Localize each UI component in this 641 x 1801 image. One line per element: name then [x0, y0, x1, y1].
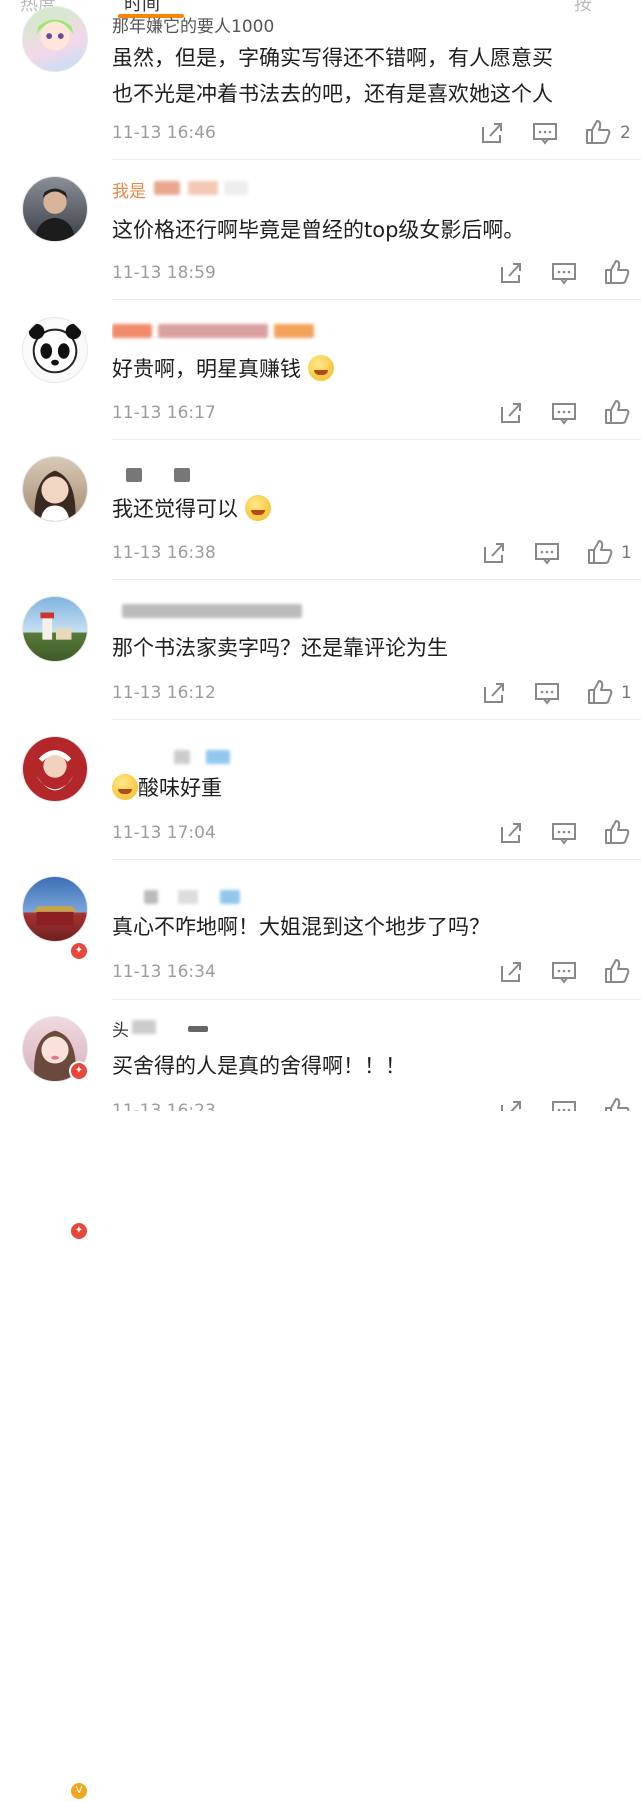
- username[interactable]: [112, 320, 332, 342]
- comment-text: 我还觉得可以: [112, 491, 627, 527]
- username[interactable]: 那年嫌它的要人1000: [112, 12, 372, 34]
- comment-icon[interactable]: [550, 1097, 578, 1111]
- comment-item: 好贵啊，明星真赚钱 11-13 16:17: [0, 300, 641, 440]
- like-icon[interactable]: [584, 118, 612, 146]
- comment-text: 那个书法家卖字吗？还是靠评论为生: [112, 636, 448, 660]
- comment-text: 酸味好重: [112, 770, 627, 806]
- comment-text: 真心不咋地啊！大姐混到这个地步了吗？: [112, 915, 490, 939]
- timestamp: 11-13 16:46: [112, 123, 216, 143]
- share-icon[interactable]: [480, 539, 508, 567]
- comment-item: 那年嫌它的要人1000 虽然，但是，字确实写得还不错啊，有人愿意买 也不光是冲着…: [0, 0, 641, 160]
- comment-item: 我是 这价格还行啊毕竟是曾经的top级女影后啊。 11-13 18:59: [0, 160, 641, 300]
- verified-badge: ✦: [69, 1221, 89, 1241]
- like-icon[interactable]: [603, 258, 631, 286]
- timestamp: 11-13 16:17: [112, 403, 216, 423]
- comment-item: V 真心不咋地啊！大姐混到这个地步了吗？ 11-13 16:34: [0, 860, 641, 1801]
- username[interactable]: [112, 464, 212, 486]
- username[interactable]: [112, 600, 332, 622]
- avatar[interactable]: [22, 317, 88, 383]
- like-count: 1: [621, 683, 632, 703]
- comment-icon[interactable]: [533, 679, 561, 707]
- comment-icon[interactable]: [550, 819, 578, 847]
- like-count: 2: [620, 123, 631, 143]
- comment-item: ✦ 那个书法家卖字吗？还是靠评论为生 11-13 16:12 1: [0, 580, 641, 1241]
- comment-text: 好贵啊，明星真赚钱: [112, 351, 627, 387]
- like-icon[interactable]: [603, 957, 631, 985]
- share-icon[interactable]: [497, 259, 525, 287]
- smile-emoji-icon: [307, 355, 334, 381]
- verified-badge: V: [69, 1781, 89, 1801]
- timestamp: 11-13 17:04: [112, 823, 216, 843]
- comment-icon[interactable]: [550, 958, 578, 986]
- like-icon[interactable]: [603, 818, 631, 846]
- share-icon[interactable]: [497, 1097, 525, 1111]
- avatar[interactable]: [22, 176, 88, 242]
- comment-text: 买舍得的人是真的舍得啊！！！: [112, 1054, 406, 1078]
- like-icon[interactable]: [586, 538, 614, 566]
- like-count: 1: [621, 543, 632, 563]
- avatar[interactable]: [22, 6, 88, 72]
- comment-icon[interactable]: [531, 119, 559, 147]
- timestamp: 11-13 16:12: [112, 683, 216, 703]
- avatar[interactable]: [22, 876, 88, 942]
- timestamp: 11-13 16:23: [112, 1101, 216, 1111]
- comment-icon[interactable]: [533, 539, 561, 567]
- share-icon[interactable]: [478, 119, 506, 147]
- like-icon[interactable]: [603, 398, 631, 426]
- share-icon[interactable]: [480, 679, 508, 707]
- like-icon[interactable]: [603, 1096, 631, 1111]
- laugh-cry-emoji-icon: [244, 495, 271, 521]
- comment-icon[interactable]: [550, 399, 578, 427]
- timestamp: 11-13 16:34: [112, 962, 216, 982]
- avatar[interactable]: [22, 456, 88, 522]
- comment-item: ✦ 我还觉得可以 11-13 16:38 1: [0, 440, 641, 961]
- comment-item: 酸味好重 11-13 17:04: [0, 720, 641, 860]
- username[interactable]: 我是: [112, 177, 272, 199]
- comment-text: 这价格还行啊毕竟是曾经的top级女影后啊。: [112, 218, 525, 242]
- laugh-cry-emoji-icon: [112, 774, 138, 800]
- username[interactable]: 头: [112, 1016, 232, 1038]
- share-icon[interactable]: [497, 399, 525, 427]
- avatar[interactable]: [22, 736, 88, 802]
- like-icon[interactable]: [586, 678, 614, 706]
- comment-text: 虽然，但是，字确实写得还不错啊，有人愿意买 也不光是冲着书法去的吧，还有是喜欢她…: [112, 46, 553, 106]
- username[interactable]: [112, 886, 252, 908]
- comment-item: ✦ 头 买舍得的人是真的舍得啊！！！ 11-13 16:23: [0, 1000, 641, 1111]
- timestamp: 11-13 18:59: [112, 263, 216, 283]
- share-icon[interactable]: [497, 819, 525, 847]
- avatar[interactable]: [22, 596, 88, 662]
- share-icon[interactable]: [497, 958, 525, 986]
- verified-badge: ✦: [69, 1061, 89, 1081]
- comment-icon[interactable]: [550, 259, 578, 287]
- timestamp: 11-13 16:38: [112, 543, 216, 563]
- username[interactable]: [112, 746, 232, 768]
